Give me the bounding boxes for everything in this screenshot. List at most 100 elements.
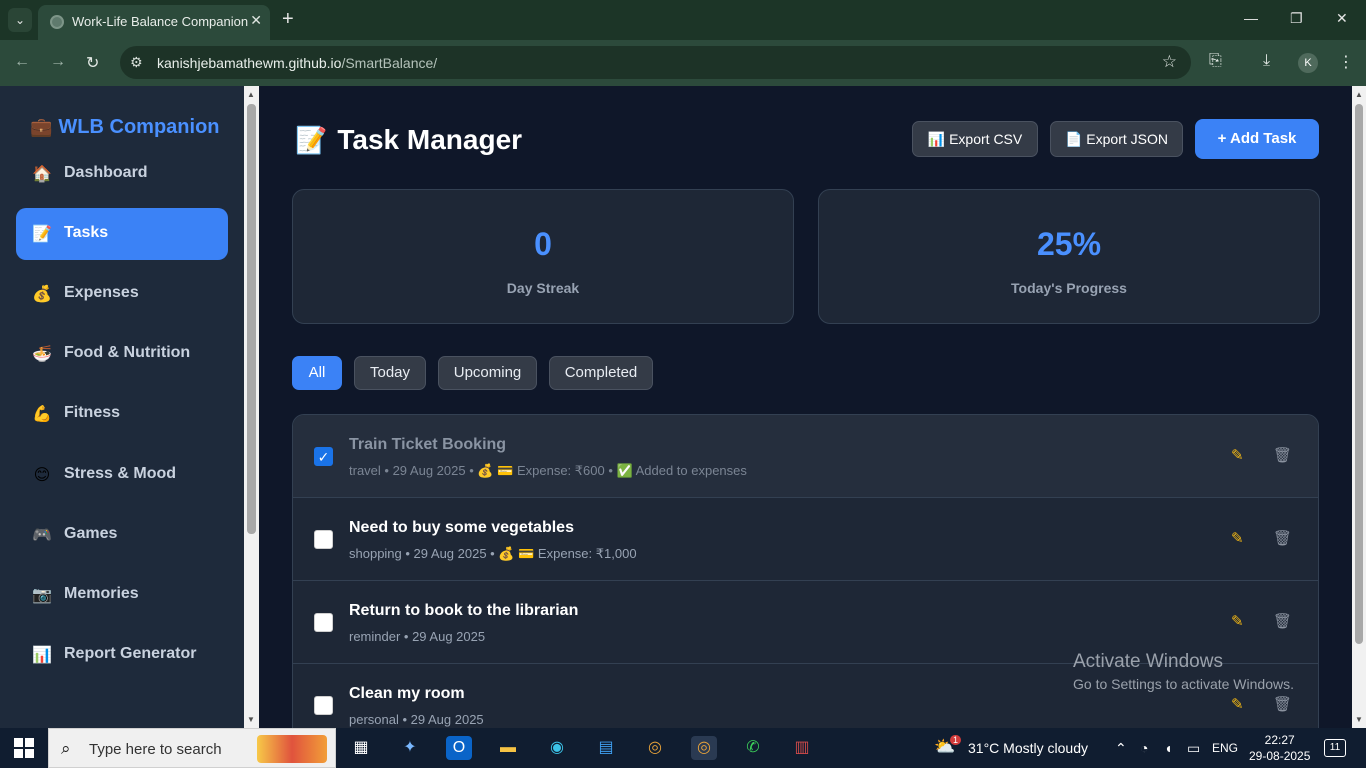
taskbar-search[interactable]: ⌕ Type here to search — [48, 728, 336, 768]
minimize-icon[interactable]: — — [1244, 10, 1258, 26]
page-scrollbar[interactable]: ▲ ▼ — [1352, 86, 1366, 728]
sidebar-scrollbar[interactable]: ▲ ▼ — [244, 86, 259, 728]
windows-start-icon[interactable] — [14, 738, 34, 758]
task-checkbox[interactable] — [314, 613, 333, 632]
bookmark-star-icon[interactable]: ☆ — [1162, 52, 1177, 72]
export-csv-button[interactable]: 📊 Export CSV — [912, 121, 1038, 157]
tab-search-dropdown-icon[interactable]: ⌄ — [8, 8, 32, 32]
address-bar[interactable]: ⚙ kanishjebamathewm.github.io/SmartBalan… — [120, 46, 1191, 79]
back-icon[interactable]: ← — [14, 53, 30, 71]
whatsapp-icon[interactable]: ✆ — [740, 736, 766, 760]
edge-icon[interactable]: ◉ — [544, 736, 570, 760]
browser-toolbar: ← → ↻ ⚙ kanishjebamathewm.github.io/Smar… — [0, 40, 1366, 86]
battery-icon[interactable]: ▭ — [1187, 740, 1200, 757]
stat-card-progress: 25% Today's Progress — [818, 189, 1320, 324]
clock-time: 22:27 — [1264, 733, 1295, 747]
sidebar-item-stress-mood[interactable]: 😊 Stress & Mood — [16, 449, 228, 501]
task-checkbox[interactable]: ✓ — [314, 447, 333, 466]
money-bag-icon: 💰 — [32, 286, 52, 304]
sidebar-item-memories[interactable]: 📷 Memories — [16, 569, 228, 621]
restore-icon[interactable]: ❐ — [1290, 10, 1303, 27]
camera-icon: 📷 — [32, 586, 52, 604]
sidebar-item-label: Memories — [64, 584, 139, 602]
profile-avatar[interactable]: K — [1298, 53, 1318, 73]
task-checkbox[interactable] — [314, 696, 333, 715]
notification-center-icon[interactable]: 11 — [1324, 739, 1346, 757]
chrome-profile-icon[interactable]: ◎ — [691, 736, 717, 760]
trash-icon[interactable]: 🗑 — [1273, 529, 1292, 547]
windows-taskbar: ⌕ Type here to search ▦ ✦ O ▬ ◉ ▤ ◎ ◎ ✆ … — [0, 728, 1366, 768]
sidebar-item-expenses[interactable]: 💰 Expenses — [16, 268, 228, 320]
task-row: ✓ Train Ticket Booking travel • 29 Aug 202… — [293, 415, 1318, 498]
close-icon[interactable]: ✕ — [250, 12, 262, 29]
watermark-subtitle: Go to Settings to activate Windows. — [1073, 676, 1294, 692]
task-title: Need to buy some vegetables — [349, 519, 574, 536]
globe-icon — [50, 15, 64, 29]
new-tab-icon[interactable]: + — [282, 8, 294, 30]
filter-upcoming-button[interactable]: Upcoming — [438, 356, 537, 390]
trash-icon[interactable]: 🗑 — [1273, 695, 1292, 713]
sidebar-item-dashboard[interactable]: 🏠 Dashboard — [16, 148, 228, 200]
sidebar-item-label: Tasks — [64, 224, 109, 242]
scroll-down-icon[interactable]: ▼ — [247, 715, 255, 724]
clock[interactable]: 22:27 29-08-2025 — [1249, 732, 1310, 764]
url-text[interactable]: kanishjebamathewm.github.io/SmartBalance… — [157, 55, 437, 71]
filter-today-button[interactable]: Today — [354, 356, 426, 390]
outlook-icon[interactable]: O — [446, 736, 472, 760]
task-title: Train Ticket Booking — [349, 436, 507, 453]
reload-icon[interactable]: ↻ — [86, 53, 99, 73]
sidebar-item-fitness[interactable]: 💪 Fitness — [16, 388, 228, 440]
stat-label: Day Streak — [506, 280, 580, 296]
task-checkbox[interactable] — [314, 530, 333, 549]
browser-tab-active[interactable]: Work-Life Balance Companion ✕ — [38, 5, 270, 40]
window-close-icon[interactable]: ✕ — [1336, 10, 1348, 27]
trash-icon[interactable]: 🗑 — [1273, 446, 1292, 464]
add-task-button[interactable]: + Add Task — [1195, 119, 1319, 159]
stat-card-streak: 0 Day Streak — [292, 189, 794, 324]
file-explorer-icon[interactable]: ▬ — [495, 736, 521, 760]
winrar-icon[interactable]: ▥ — [789, 736, 815, 760]
bar-chart-icon: 📊 — [32, 646, 52, 664]
pencil-icon[interactable]: ✎ — [1231, 529, 1244, 547]
speaker-icon[interactable]: ◖ — [1164, 740, 1172, 756]
task-title: Return to book to the librarian — [349, 602, 579, 619]
download-icon[interactable]: ⤓ — [1263, 52, 1270, 70]
scroll-down-icon[interactable]: ▼ — [1355, 715, 1363, 724]
store-icon[interactable]: ▤ — [593, 736, 619, 760]
network-icon[interactable]: ◔ — [1140, 740, 1148, 756]
export-json-button[interactable]: 📄 Export JSON — [1050, 121, 1183, 157]
sidebar-item-label: Food & Nutrition — [64, 344, 191, 362]
tray-chevron-icon[interactable]: ⌃ — [1115, 740, 1127, 757]
sidebar-scroll-thumb[interactable] — [247, 104, 256, 534]
pencil-icon[interactable]: ✎ — [1231, 446, 1244, 464]
weather-badge: 1 — [950, 735, 962, 745]
scroll-up-icon[interactable]: ▲ — [247, 90, 255, 99]
chrome-icon[interactable]: ◎ — [642, 736, 668, 760]
sidebar-item-label: Games — [64, 524, 118, 542]
scroll-up-icon[interactable]: ▲ — [1355, 90, 1363, 99]
page-scroll-thumb[interactable] — [1355, 104, 1363, 644]
filter-completed-button[interactable]: Completed — [549, 356, 653, 390]
bowl-icon: 🍜 — [32, 346, 52, 364]
memo-icon: 📝 — [295, 125, 328, 155]
sidebar-item-food-nutrition[interactable]: 🍜 Food & Nutrition — [16, 328, 228, 380]
menu-kebab-icon[interactable]: ⋮ — [1338, 52, 1354, 72]
trash-icon[interactable]: 🗑 — [1273, 612, 1292, 630]
sidebar-item-report-generator[interactable]: 📊 Report Generator — [16, 629, 228, 681]
weather-text[interactable]: 31°C Mostly cloudy — [968, 740, 1088, 756]
site-settings-icon[interactable]: ⚙ — [130, 54, 143, 71]
sidebar-item-tasks[interactable]: 📝 Tasks — [16, 208, 228, 261]
briefcase-icon: 💼 — [30, 117, 53, 137]
language-indicator[interactable]: ENG — [1212, 741, 1238, 755]
brand-logo[interactable]: 💼 WLB Companion — [30, 116, 220, 139]
flexed-biceps-icon: 💪 — [32, 406, 52, 424]
translate-icon[interactable]: ⎘ — [1209, 52, 1222, 70]
pencil-icon[interactable]: ✎ — [1231, 695, 1244, 713]
watermark-title: Activate Windows — [1073, 651, 1223, 672]
forward-icon[interactable]: → — [50, 53, 66, 71]
pencil-icon[interactable]: ✎ — [1231, 612, 1244, 630]
sidebar-item-games[interactable]: 🎮 Games — [16, 509, 228, 561]
copilot-icon[interactable]: ✦ — [397, 736, 423, 760]
task-view-icon[interactable]: ▦ — [348, 736, 374, 760]
filter-all-button[interactable]: All — [292, 356, 342, 390]
